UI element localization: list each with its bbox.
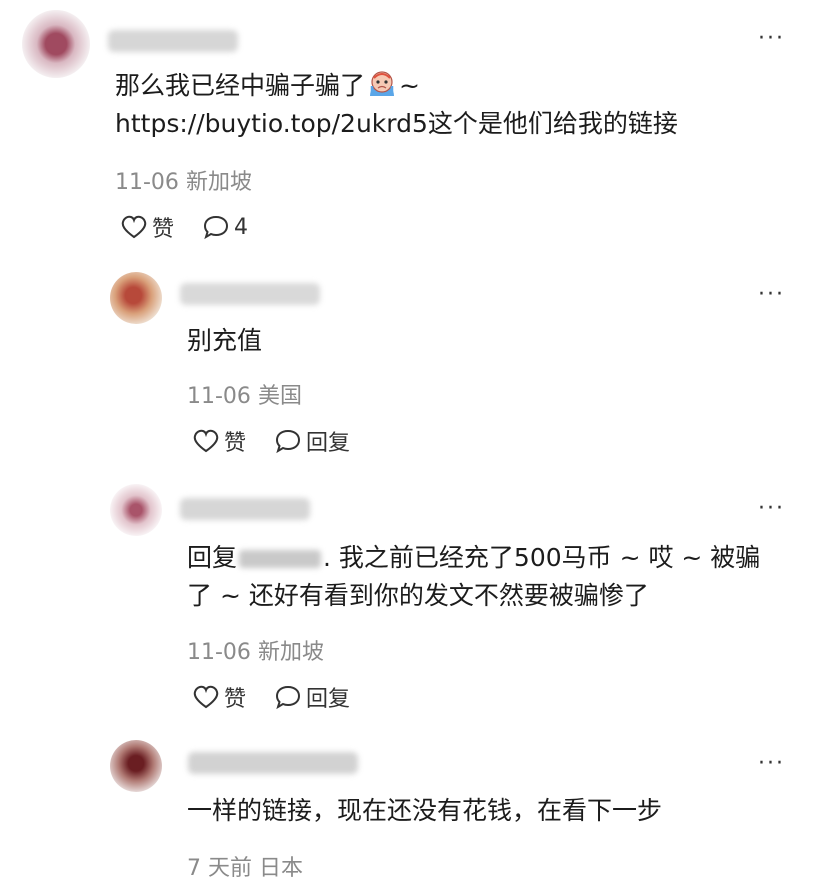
comment-date: 11-06 <box>187 384 251 409</box>
comment-date: 7 天前 <box>187 856 252 881</box>
avatar[interactable] <box>22 10 90 78</box>
comment-text: 那么我已经中骗子骗了 ~ https://buytio.top/2ukrd5这个是… <box>115 70 678 138</box>
like-button[interactable]: 赞 <box>192 425 246 457</box>
comment-text: 回复. 我之前已经充了500马币 ~ 哎 ~ 被骗 了 ~ 还好有看到你的发文不… <box>187 543 761 610</box>
reply-button[interactable]: 回复 <box>274 681 350 713</box>
comment-actions: 赞 回复 <box>192 681 378 713</box>
comment-actions: 赞 回复 <box>192 425 378 457</box>
more-dots-icon: ··· <box>758 496 785 521</box>
more-options-button[interactable]: ··· <box>758 284 785 306</box>
heart-outline-icon <box>121 215 147 239</box>
avatar[interactable] <box>110 484 162 536</box>
comment-date: 11-06 <box>115 170 179 195</box>
comment-location: 新加坡 <box>257 640 324 665</box>
comment-date: 11-06 <box>187 640 251 665</box>
avatar[interactable] <box>110 272 162 324</box>
comment-location: 美国 <box>257 384 302 409</box>
comment-text: 一样的链接，现在还没有花钱，在看下一步 <box>187 796 663 825</box>
speech-bubble-icon <box>276 429 301 454</box>
more-options-button[interactable]: ··· <box>758 498 785 520</box>
more-dots-icon: ··· <box>758 282 785 307</box>
username-blurred[interactable] <box>180 283 320 305</box>
crying-face-emoji-icon <box>367 70 397 98</box>
heart-outline-icon <box>193 429 219 453</box>
more-options-button[interactable]: ··· <box>758 753 785 775</box>
like-button[interactable]: 赞 <box>192 681 246 713</box>
avatar[interactable] <box>110 740 162 792</box>
heart-outline-icon <box>193 685 219 709</box>
username-blurred[interactable] <box>108 30 238 52</box>
comment-actions: 赞 4 <box>120 211 276 243</box>
speech-bubble-icon <box>276 685 301 710</box>
username-blurred[interactable] <box>180 498 310 520</box>
reply-count-button[interactable]: 4 <box>202 214 248 240</box>
speech-bubble-icon <box>204 215 229 240</box>
comment-meta: 11-06 新加坡 <box>115 164 252 196</box>
mentioned-user-blurred[interactable] <box>239 550 322 568</box>
comment-meta: 11-06 美国 <box>187 378 302 410</box>
reply-button[interactable]: 回复 <box>274 425 350 457</box>
comment-meta: 11-06 新加坡 <box>187 634 324 666</box>
comment-location: 日本 <box>259 856 304 881</box>
comment-text: 别充值 <box>187 326 263 355</box>
reply-prefix: 回复 <box>187 543 238 572</box>
more-dots-icon: ··· <box>758 26 785 51</box>
more-options-button[interactable]: ··· <box>758 28 785 50</box>
like-button[interactable]: 赞 <box>120 211 174 243</box>
more-dots-icon: ··· <box>758 751 785 776</box>
username-blurred[interactable] <box>188 752 358 774</box>
comment-location: 新加坡 <box>185 170 252 195</box>
comment-meta: 7 天前 日本 <box>187 850 303 882</box>
